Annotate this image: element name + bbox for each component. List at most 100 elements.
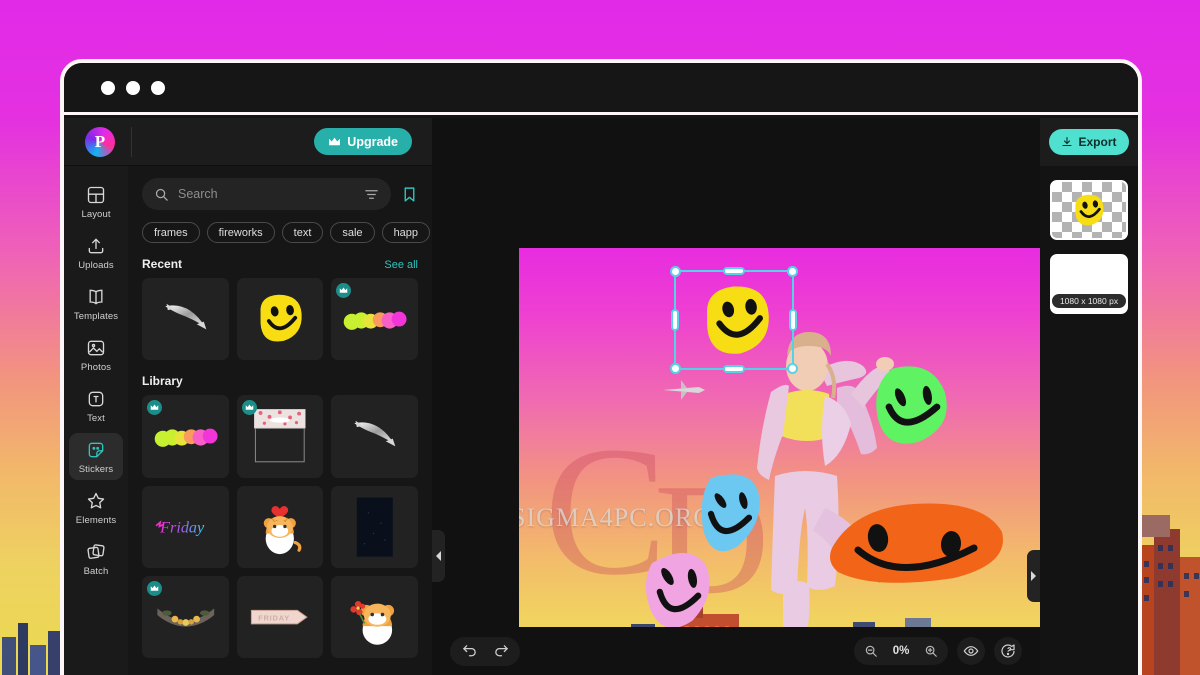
crown-icon <box>329 137 341 145</box>
sidebar-item-elements[interactable]: Elements <box>69 484 123 531</box>
sticker-cell-silver-arrow[interactable] <box>142 278 229 361</box>
traffic-light-minimize[interactable] <box>126 80 140 95</box>
resize-handle-right[interactable] <box>789 309 797 331</box>
zoom-out-button[interactable] <box>858 637 884 665</box>
sidebar-item-batch[interactable]: Batch <box>69 535 123 582</box>
app-topbar: P Upgrade <box>64 118 432 166</box>
redo-icon <box>494 644 508 656</box>
picsart-logo[interactable]: P <box>85 126 115 157</box>
recent-section-header: Recent See all <box>142 257 418 271</box>
browser-window: P Upgrade Layout Uploads Templates Photo… <box>60 59 1142 675</box>
sidebar-label: Layout <box>81 209 111 220</box>
traffic-light-close[interactable] <box>101 80 115 95</box>
resize-handle-bottom[interactable] <box>723 365 745 373</box>
see-all-link[interactable]: See all <box>384 259 418 271</box>
resize-handle-bottom-left[interactable] <box>670 363 681 374</box>
undo-redo-group <box>450 636 520 666</box>
batch-icon <box>87 544 105 559</box>
collapse-left-panel-button[interactable] <box>432 530 445 582</box>
silver-arrow-sticker <box>164 303 206 330</box>
crown-icon <box>150 585 159 591</box>
resize-handle-left[interactable] <box>671 309 679 331</box>
zoom-control: 0% <box>854 637 948 665</box>
collapse-right-panel-button[interactable] <box>1027 550 1040 602</box>
selection-bounding-box[interactable] <box>670 266 798 374</box>
sidebar-item-stickers[interactable]: Stickers <box>69 433 123 480</box>
redo-button[interactable] <box>486 637 516 666</box>
tiger-heart-sticker <box>263 505 302 554</box>
sidebar-label: Photos <box>80 362 112 373</box>
sticker-cell-dark-night[interactable] <box>331 485 418 568</box>
window-titlebar <box>64 63 1138 115</box>
design-canvas[interactable]: C D SIGMA4PC.ORG <box>519 248 1079 675</box>
neon-blob-sticker <box>343 311 407 330</box>
bookmark-icon[interactable] <box>401 185 418 204</box>
filter-icon[interactable] <box>364 187 379 202</box>
silver-arrow-sticker <box>354 421 396 447</box>
search-box[interactable] <box>142 178 391 210</box>
crown-icon <box>245 404 253 411</box>
resize-handle-top-right[interactable] <box>787 266 798 277</box>
sticker-cell-tiger-heart[interactable] <box>236 485 324 568</box>
sticker-cell-neon-blob[interactable] <box>331 278 418 361</box>
sidebar-item-layout[interactable]: Layout <box>69 178 123 225</box>
preview-button[interactable] <box>957 637 985 665</box>
tag-chip[interactable]: text <box>281 222 324 243</box>
library-grid: Friday FRIDAY <box>142 395 418 659</box>
tag-chip[interactable]: sale <box>330 222 375 243</box>
sidebar-label: Batch <box>83 566 109 577</box>
star-icon <box>87 492 105 509</box>
zoom-out-icon <box>865 645 877 657</box>
sticker-cell-tiger-flower[interactable] <box>331 575 418 659</box>
sidebar-item-text[interactable]: Text <box>69 382 123 429</box>
zoom-in-button[interactable] <box>918 637 944 665</box>
sidebar-label: Text <box>87 413 105 424</box>
undo-button[interactable] <box>454 637 484 666</box>
pro-badge <box>241 400 257 416</box>
photo-icon <box>87 340 105 356</box>
layout-icon <box>87 186 105 204</box>
tag-chip[interactable]: happ <box>381 222 431 243</box>
search-input[interactable] <box>178 187 355 201</box>
tag-chip[interactable]: frames <box>142 222 200 243</box>
sticker-layer-thumbnail[interactable] <box>1050 180 1128 240</box>
sticker-cell-silver-arrow[interactable] <box>331 395 418 478</box>
floral-banner-sticker <box>156 608 214 627</box>
yellow-smiley-sticker <box>260 294 302 342</box>
canvas-thumbnail[interactable]: 1080 x 1080 px <box>1050 254 1128 314</box>
pro-badge <box>147 580 162 596</box>
traffic-light-maximize[interactable] <box>151 80 165 95</box>
right-panel: Export 1080 x 1080 px <box>1040 118 1138 675</box>
sticker-cell-floral-banner[interactable] <box>142 575 229 659</box>
sidebar-label: Templates <box>73 311 119 322</box>
tiger-flower-sticker <box>350 601 394 645</box>
export-button[interactable]: Export <box>1049 129 1129 155</box>
sidebar-item-photos[interactable]: Photos <box>69 331 123 378</box>
eye-icon <box>963 646 979 656</box>
resize-handle-bottom-right[interactable] <box>787 363 798 374</box>
crown-icon <box>150 404 159 411</box>
help-button[interactable] <box>994 637 1022 665</box>
resize-handle-top-left[interactable] <box>670 266 681 277</box>
tag-chip[interactable]: fireworks <box>206 222 275 243</box>
zoom-level-value: 0% <box>892 645 910 657</box>
sticker-cell-yellow-smiley[interactable] <box>236 278 324 361</box>
sidebar-label: Stickers <box>78 464 114 475</box>
app-root: P Upgrade Layout Uploads Templates Photo… <box>64 118 1138 675</box>
svg-text:Friday: Friday <box>159 518 205 536</box>
upgrade-label: Upgrade <box>347 134 398 149</box>
sticker-cell-friday-arrow-banner[interactable]: FRIDAY <box>236 575 324 659</box>
sticker-cell-floral-frame[interactable] <box>236 395 324 478</box>
chevron-right-icon <box>1031 571 1036 581</box>
sidebar-label: Elements <box>75 515 117 526</box>
recent-grid <box>142 278 418 361</box>
templates-icon <box>89 289 103 305</box>
sidebar-item-uploads[interactable]: Uploads <box>69 229 123 276</box>
resize-handle-top[interactable] <box>723 267 745 275</box>
upgrade-button[interactable]: Upgrade <box>314 128 412 155</box>
sidebar-item-templates[interactable]: Templates <box>69 280 123 327</box>
sticker-cell-friday-neon-text[interactable]: Friday <box>142 485 229 568</box>
sticker-cell-neon-blob[interactable] <box>142 395 229 478</box>
sticker-icon <box>88 442 104 458</box>
topbar-divider <box>131 126 132 157</box>
